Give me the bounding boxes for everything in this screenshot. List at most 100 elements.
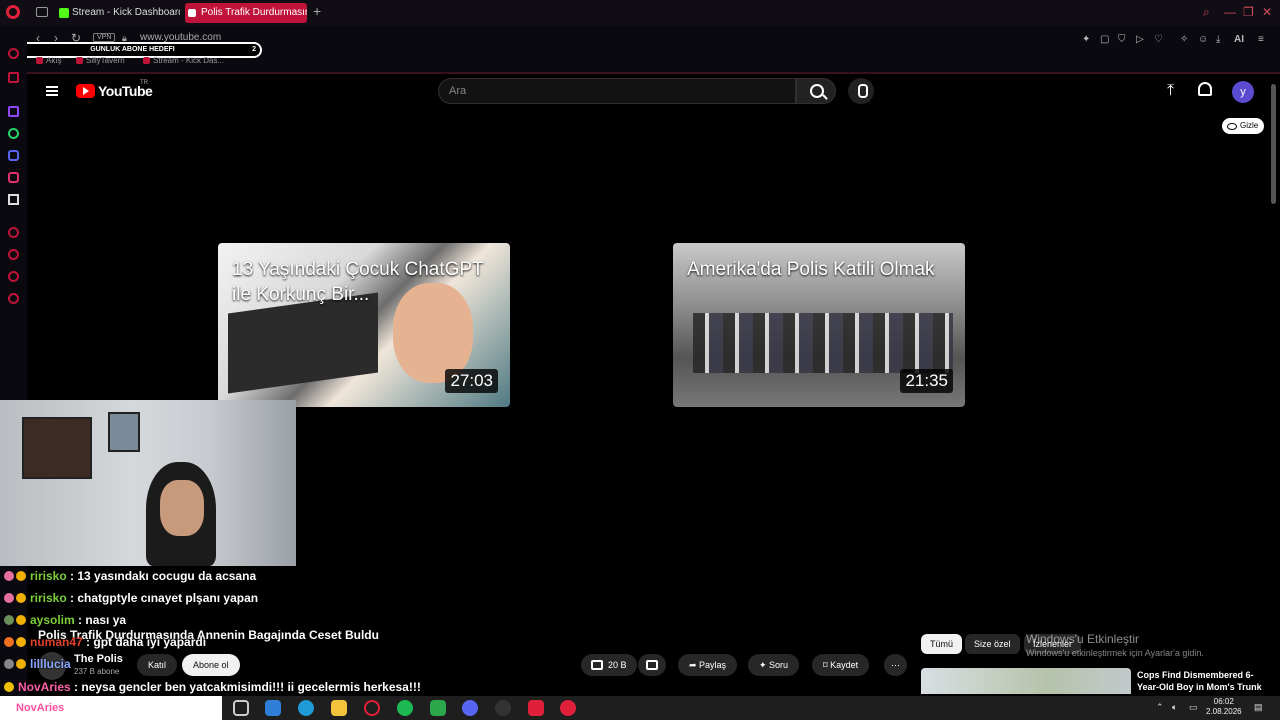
shield-icon[interactable]: ⛉: [1118, 34, 1126, 45]
thumbnail-police-cars: [693, 313, 953, 373]
save-button[interactable]: ⌑ Kaydet: [812, 654, 870, 676]
chat-text: : nası ya: [78, 613, 127, 627]
page-scrollbar[interactable]: [1271, 84, 1276, 204]
subscriber-count: 237 B abone: [74, 667, 120, 676]
search-input[interactable]: Ara: [438, 78, 796, 104]
youtube-logo-icon[interactable]: [76, 84, 95, 98]
badge-icon: [4, 682, 14, 692]
recommendation-thumbnail[interactable]: [921, 668, 1131, 694]
x-icon[interactable]: [8, 194, 19, 205]
clock-time: 06:02: [1213, 697, 1234, 706]
new-tab-icon[interactable]: +: [313, 3, 321, 19]
subscribe-button[interactable]: Abone ol: [182, 654, 240, 676]
thumbs-up-icon: [591, 660, 603, 670]
hamburger-menu-icon[interactable]: [46, 86, 58, 96]
recorder-icon[interactable]: [560, 700, 576, 716]
tab-label: Polis Trafik Durdurmasında: [201, 7, 307, 18]
chat-user: ririsko: [30, 569, 67, 583]
discord-icon[interactable]: [8, 150, 19, 161]
sidebar-pinboard-icon[interactable]: [8, 227, 19, 238]
avatar[interactable]: y: [1232, 81, 1254, 103]
edge-icon[interactable]: [298, 700, 314, 716]
store-icon[interactable]: [265, 700, 281, 716]
history-icon[interactable]: [8, 249, 19, 260]
tab-youtube-video[interactable]: Polis Trafik Durdurmasında: [185, 3, 307, 23]
chat-text: : chatgptyle cınayet plşanı yapan: [70, 591, 259, 605]
address-bar-area: ‹ › ↻ VPN 🔒︎ www.youtube.com 0 GUNLUK AB…: [0, 26, 1280, 100]
chat-user: aysolim: [30, 613, 75, 627]
tab-kick-dashboard[interactable]: Stream - Kick Dashboard: [56, 3, 180, 23]
endscreen-card[interactable]: 13 Yaşındaki Çocuk ChatGPT ile Korkunç B…: [218, 243, 510, 407]
app-icon[interactable]: [430, 700, 446, 716]
task-view-icon[interactable]: [233, 700, 249, 716]
card-duration: 27:03: [445, 369, 498, 393]
vpn-badge[interactable]: VPN: [93, 33, 116, 42]
settings-icon[interactable]: [8, 293, 19, 304]
sub-badge-icon: [4, 637, 14, 647]
snapshot-icon[interactable]: ▢: [1100, 34, 1109, 45]
account-icon[interactable]: ☺: [1198, 34, 1208, 45]
more-actions-button[interactable]: ⋯: [884, 654, 907, 676]
chat-user: lilllucia: [30, 657, 71, 671]
download-icon[interactable]: ⤓: [1216, 34, 1220, 45]
sidebar-news-icon[interactable]: [8, 72, 19, 83]
tray-chevron-icon[interactable]: ⌃: [1156, 702, 1164, 713]
minimize-icon[interactable]: —: [1224, 5, 1236, 19]
hide-endscreen-button[interactable]: Gizle: [1222, 118, 1265, 134]
chip-all[interactable]: Tümü: [921, 634, 963, 654]
bookmark-sillytavern[interactable]: SillyTavern: [76, 56, 125, 65]
share-icon: ➦: [689, 660, 700, 670]
twitch-icon[interactable]: [8, 106, 19, 117]
notification-center-icon[interactable]: ▤: [1254, 702, 1263, 713]
sidebar-extra-icon[interactable]: [8, 271, 19, 282]
chat-message: numan47 : gpt daha iyi yapardı: [4, 635, 206, 649]
windows-activation-subtitle: Windows'u etkinleştirmek için Ayarlar'a …: [1026, 648, 1204, 658]
player-icon[interactable]: ▷: [1136, 34, 1144, 45]
thumbs-down-icon: [646, 660, 658, 670]
speaker-icon[interactable]: 🔈︎: [1172, 702, 1177, 713]
heart-icon[interactable]: ♡: [1154, 34, 1163, 45]
media-icon[interactable]: [528, 700, 544, 716]
opera-taskbar-icon[interactable]: [364, 700, 380, 716]
maximize-icon[interactable]: ❐: [1243, 5, 1254, 19]
bookmark-akis[interactable]: Akış: [36, 56, 62, 65]
chat-message: aysolim : nası ya: [4, 613, 126, 627]
bookmark-kick-dashboard[interactable]: Stream - Kick Das...: [143, 56, 224, 65]
chat-message: NovAries : neysa gencler ben yatcakmisim…: [4, 680, 421, 694]
like-button[interactable]: 20 B: [581, 654, 637, 676]
channel-name[interactable]: The Polis: [74, 653, 123, 665]
recommendation-title[interactable]: Cops Find Dismembered 6-Year-Old Boy in …: [1137, 669, 1267, 693]
spotify-icon[interactable]: [397, 700, 413, 716]
search-tabs-icon[interactable]: ⌕: [1203, 5, 1210, 20]
chat-user: ririsko: [30, 591, 67, 605]
workspaces-icon[interactable]: [36, 7, 48, 17]
network-icon[interactable]: ▭: [1189, 702, 1198, 713]
share-button[interactable]: ➦ Paylaş: [678, 654, 738, 676]
obs-icon[interactable]: [495, 700, 511, 716]
search-button[interactable]: [796, 78, 836, 104]
sidebar-home-icon[interactable]: [8, 48, 19, 59]
whatsapp-icon[interactable]: [8, 128, 19, 139]
menu-icon[interactable]: ≡: [1258, 34, 1264, 45]
discord-taskbar-icon[interactable]: [462, 700, 478, 716]
taskbar-clock[interactable]: 06:02 2.08.2026: [1206, 697, 1242, 717]
aria-ai-button[interactable]: AI: [1234, 34, 1244, 45]
kick-favicon-icon: [59, 8, 69, 18]
extensions-icon[interactable]: ✧: [1180, 34, 1188, 45]
pin-icon[interactable]: ✦: [1082, 34, 1090, 45]
voice-search-button[interactable]: [848, 78, 874, 104]
upload-icon[interactable]: ⤒: [1167, 82, 1174, 100]
instagram-icon[interactable]: [8, 172, 19, 183]
notifications-bell-icon[interactable]: [1198, 82, 1212, 96]
endscreen-card[interactable]: Amerika'da Polis Katili Olmak 21:35: [673, 243, 965, 407]
close-window-icon[interactable]: ✕: [1262, 5, 1272, 19]
ask-button[interactable]: ✦ Soru: [748, 654, 800, 676]
badge-icon: [16, 615, 26, 625]
dislike-button[interactable]: [638, 654, 666, 676]
file-explorer-icon[interactable]: [331, 700, 347, 716]
opera-logo-icon[interactable]: [6, 5, 20, 19]
taskbar-search-overlay-text: NovAries: [16, 702, 65, 714]
chip-for-you[interactable]: Size özel: [965, 634, 1020, 654]
join-button[interactable]: Katıl: [137, 654, 178, 676]
taskbar-search-field[interactable]: NovAries: [0, 696, 222, 720]
